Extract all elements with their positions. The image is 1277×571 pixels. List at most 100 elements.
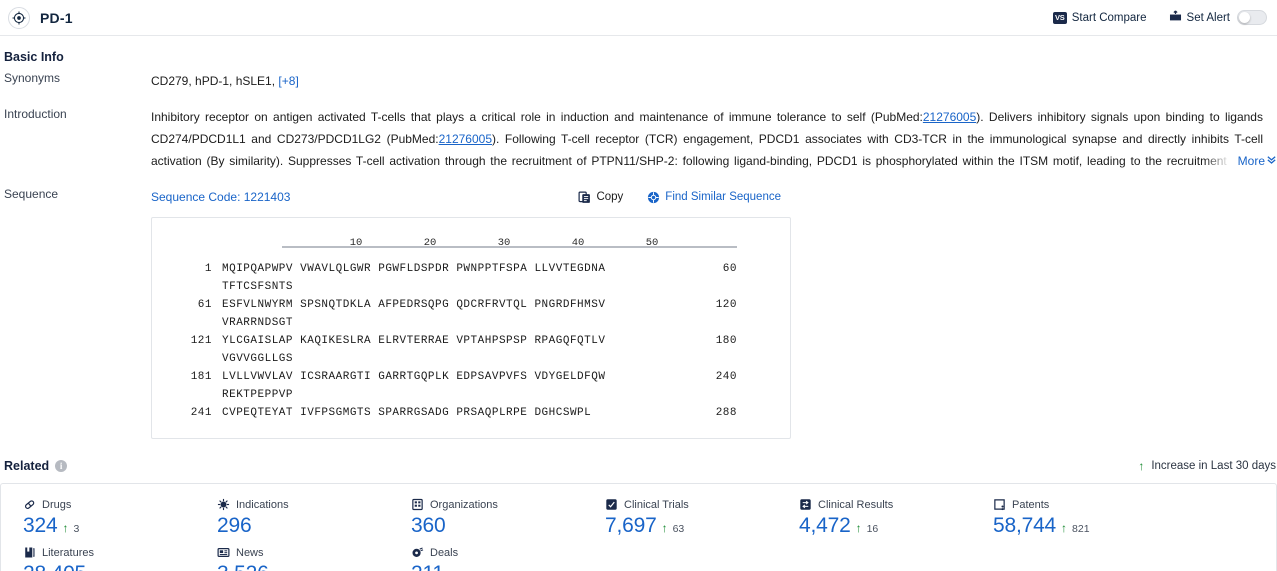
sequence-end-index: 120	[715, 299, 737, 311]
sequence-start-index: 1	[204, 263, 212, 275]
stat-value-row: 7,697 ↑ 63	[605, 514, 777, 538]
stat-value: 28,405	[23, 562, 86, 571]
sequence-residues: MQIPQAPWPV VWAVLQLGWR PGWFLDSPDR PWNPPTF…	[222, 263, 606, 293]
related-stats-card: Drugs 324 ↑ 3 Indications 296 Organizati…	[0, 483, 1277, 571]
sequence-code[interactable]: Sequence Code: 1221403	[151, 186, 290, 208]
stat-head: Drugs	[23, 498, 195, 511]
stat-news[interactable]: News 3,526 ↑ 97	[195, 546, 389, 571]
stat-head: Literatures	[23, 546, 195, 559]
arrow-up-icon: ↑	[1061, 521, 1068, 535]
sequence-header: Sequence Code: 1221403 Copy Find Similar…	[151, 186, 1267, 208]
start-compare-button[interactable]: VS Start Compare	[1052, 11, 1147, 24]
set-alert-toggle[interactable]	[1237, 10, 1267, 25]
sequence-residues: LVLLVWVLAV ICSRAARGTI GARRTGQPLK EDPSAVP…	[222, 371, 606, 401]
chevron-double-down-icon	[1266, 150, 1277, 172]
sequence-row: Sequence Sequence Code: 1221403 Copy Fin…	[0, 172, 1277, 439]
clinical-trial-icon	[605, 498, 618, 511]
stat-value: 324	[23, 514, 58, 537]
sequence-start-index: 181	[190, 371, 212, 383]
stat-value: 360	[411, 514, 446, 537]
introduction-part-1: Inhibitory receptor on antigen activated…	[151, 110, 923, 124]
related-header: Related i ↑ Increase in Last 30 days	[0, 439, 1277, 473]
stat-head: Indications	[217, 498, 389, 511]
sequence-box: 10 20 30 40 50 1 MQIPQAPWPV VWAVLQLGWR P…	[151, 217, 791, 439]
synonyms-value-wrap: CD279, hPD-1, hSLE1, [+8]	[151, 70, 1277, 92]
stat-value-row: 58,744 ↑ 821	[993, 514, 1165, 538]
target-icon	[8, 6, 30, 29]
synonyms-value: CD279, hPD-1, hSLE1,	[151, 74, 276, 88]
sequence-line: 181 LVLLVWVLAV ICSRAARGTI GARRTGQPLK EDP…	[170, 368, 772, 404]
arrow-up-icon: ↑	[1138, 459, 1145, 473]
set-alert-label: Set Alert	[1186, 11, 1230, 24]
stat-value-row: 28,405	[23, 562, 195, 571]
ruler-tick: 10	[349, 237, 363, 249]
stat-drugs[interactable]: Drugs 324 ↑ 3	[1, 498, 195, 538]
stat-delta: 3	[73, 523, 80, 535]
arrow-up-icon: ↑	[855, 521, 862, 535]
arrow-up-icon: ↑	[62, 521, 69, 535]
top-bar-actions: VS Start Compare Set Alert	[1052, 10, 1267, 25]
introduction-more-button[interactable]: More	[1203, 150, 1277, 172]
find-similar-sequence-button[interactable]: Find Similar Sequence	[647, 186, 781, 208]
ruler-ticks: 10 20 30 40 50	[282, 232, 737, 249]
set-alert-control[interactable]: Set Alert	[1169, 10, 1267, 25]
stat-label: Drugs	[42, 498, 72, 511]
virus-icon	[217, 498, 230, 511]
introduction-text: Inhibitory receptor on antigen activated…	[151, 106, 1267, 172]
sequence-residues: CVPEQTEYAT IVFPSGMGTS SPARRGSADG PRSAQPL…	[222, 407, 592, 419]
stat-indications[interactable]: Indications 296	[195, 498, 389, 538]
copy-icon	[578, 191, 591, 204]
stat-label: News	[236, 546, 264, 559]
stat-value: 296	[217, 514, 252, 537]
stat-literatures[interactable]: Literatures 28,405	[1, 546, 195, 571]
sequence-end-index: 60	[722, 263, 737, 275]
stat-value: 3,526	[217, 562, 269, 571]
stat-delta: 63	[672, 523, 685, 535]
stat-head: Clinical Trials	[605, 498, 777, 511]
alert-bell-icon	[1169, 10, 1182, 25]
stat-head: News	[217, 546, 389, 559]
increase-legend-label: Increase in Last 30 days	[1151, 460, 1276, 472]
news-icon	[217, 546, 230, 559]
stat-value-row: 211 ↑ 3	[411, 562, 583, 571]
stat-label: Patents	[1012, 498, 1050, 511]
sequence-residues: ESFVLNWYRM SPSNQTDKLA AFPEDRSQPG QDCRFRV…	[222, 299, 606, 329]
stat-delta: 16	[866, 523, 879, 535]
ruler-tick: 20	[423, 237, 437, 249]
stat-patents[interactable]: Patents 58,744 ↑ 821	[971, 498, 1165, 538]
basic-info-heading: Basic Info	[4, 50, 64, 64]
stat-clinical-results[interactable]: Clinical Results 4,472 ↑ 16	[777, 498, 971, 538]
stat-delta: 821	[1072, 523, 1090, 535]
page-content: Basic Info Synonyms CD279, hPD-1, hSLE1,…	[0, 36, 1277, 571]
introduction-label: Introduction	[4, 107, 67, 121]
stat-value: 4,472	[799, 514, 851, 537]
ruler-pad	[170, 232, 282, 246]
sequence-ruler-numbers: 10 20 30 40 50	[170, 232, 772, 249]
pubmed-link-2[interactable]: 21276005	[439, 132, 492, 146]
stat-head: Clinical Results	[799, 498, 971, 511]
ruler-tick: 30	[497, 237, 511, 249]
patent-icon	[993, 498, 1006, 511]
synonyms-more-link[interactable]: [+8]	[278, 74, 298, 88]
related-heading: Related	[4, 459, 50, 473]
clinical-result-icon	[799, 498, 812, 511]
find-similar-label: Find Similar Sequence	[665, 191, 781, 203]
stat-value-row: 360	[411, 514, 583, 538]
synonyms-label: Synonyms	[4, 71, 61, 85]
stat-deals[interactable]: Deals 211 ↑ 3	[389, 546, 583, 571]
capsule-icon	[23, 498, 36, 511]
arrow-up-icon: ↑	[661, 521, 668, 535]
copy-button[interactable]: Copy	[578, 186, 623, 208]
info-icon[interactable]: i	[55, 460, 68, 472]
sequence-line: 121 YLCGAISLAP KAQIKESLRA ELRVTERRAE VPT…	[170, 332, 772, 368]
sequence-tools: Copy Find Similar Sequence	[578, 186, 1267, 208]
stat-clinical-trials[interactable]: Clinical Trials 7,697 ↑ 63	[583, 498, 777, 538]
sequence-end-index: 240	[715, 371, 737, 383]
stat-organizations[interactable]: Organizations 360	[389, 498, 583, 538]
pubmed-link-1[interactable]: 21276005	[923, 110, 976, 124]
stat-value: 58,744	[993, 514, 1057, 537]
sequence-start-index: 61	[197, 299, 212, 311]
vs-icon: VS	[1052, 11, 1067, 24]
stat-value-row: 4,472 ↑ 16	[799, 514, 971, 538]
ruler-tick: 50	[645, 237, 659, 249]
